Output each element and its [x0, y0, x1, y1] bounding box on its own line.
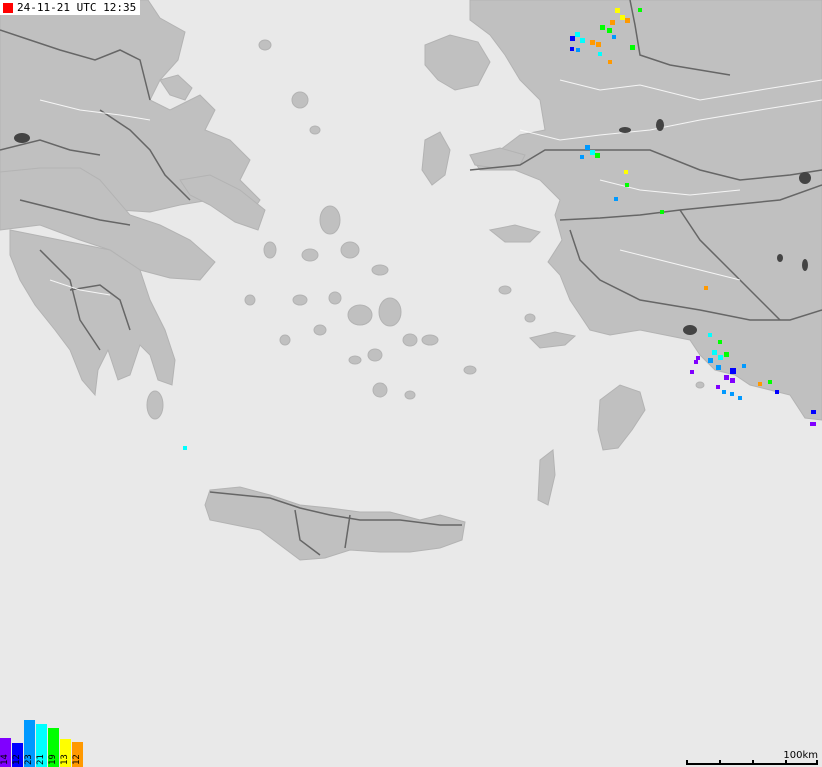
time-legend: 14 12 23 21 19 13 12 — [0, 719, 86, 767]
legend-label: 12 — [12, 754, 22, 765]
legend-label: 21 — [36, 754, 46, 765]
scale-tick — [719, 760, 721, 765]
scale-tick — [752, 760, 754, 765]
scale-bar: 100km — [684, 748, 820, 767]
scale-label: 100km — [783, 750, 818, 761]
scale-tick — [686, 760, 688, 765]
legend-label: 13 — [60, 754, 70, 765]
scale-tick — [816, 760, 818, 765]
legend-label: 23 — [24, 754, 34, 765]
legend-label: 14 — [0, 754, 10, 765]
map-canvas — [0, 0, 822, 767]
legend-label: 19 — [48, 754, 58, 765]
timestamp-banner: 24-11-21 UTC 12:35 — [0, 0, 141, 15]
scale-tick — [785, 760, 787, 765]
timestamp-label: 24-11-21 UTC 12:35 — [17, 1, 137, 14]
legend-label: 12 — [72, 754, 82, 765]
status-indicator — [3, 2, 13, 13]
